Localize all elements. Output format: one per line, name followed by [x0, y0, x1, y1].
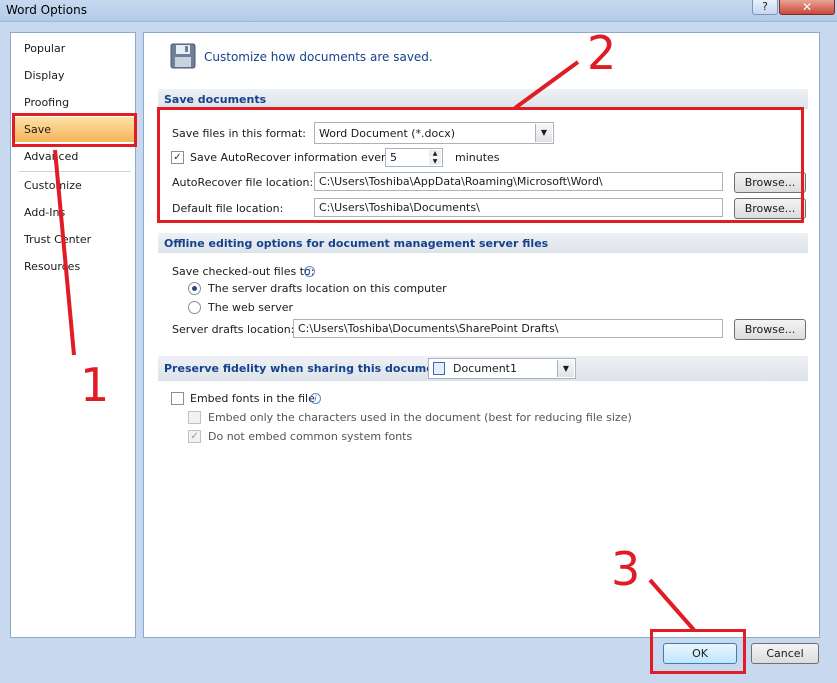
annotation-number-3: 3 — [611, 542, 641, 596]
document-dropdown[interactable]: Document1 ▼ — [428, 358, 576, 379]
word-document-icon — [433, 362, 445, 375]
radio-web-server-label: The web server — [208, 301, 294, 314]
server-drafts-label: Server drafts location: — [172, 323, 295, 336]
radio-server-drafts[interactable] — [188, 282, 201, 295]
floppy-disk-icon — [170, 43, 196, 69]
annotation-number-1: 1 — [80, 358, 110, 412]
sidebar-item-advanced[interactable]: Advanced — [24, 150, 78, 163]
help-button[interactable]: ? — [752, 0, 778, 15]
checked-out-label: Save checked-out files to: — [172, 265, 315, 278]
embed-chars-checkbox[interactable] — [188, 411, 201, 424]
radio-server-drafts-label: The server drafts location on this compu… — [208, 282, 447, 295]
annotation-number-2: 2 — [587, 26, 617, 80]
annotation-box-settings — [157, 107, 804, 223]
no-common-fonts-checkbox[interactable]: ✓ — [188, 430, 201, 443]
sidebar-item-popular[interactable]: Popular — [24, 42, 65, 55]
sidebar-item-resources[interactable]: Resources — [24, 260, 80, 273]
cancel-button[interactable]: Cancel — [751, 643, 819, 664]
sidebar-item-add-ins[interactable]: Add-Ins — [24, 206, 65, 219]
server-drafts-input[interactable]: C:\Users\Toshiba\Documents\SharePoint Dr… — [293, 319, 723, 338]
no-common-fonts-label: Do not embed common system fonts — [208, 430, 413, 443]
sidebar-item-proofing[interactable]: Proofing — [24, 96, 69, 109]
sidebar-item-display[interactable]: Display — [24, 69, 65, 82]
server-drafts-browse-button[interactable]: Browse... — [734, 319, 806, 340]
page-header: Customize how documents are saved. — [204, 50, 433, 64]
section-save-documents: Save documents — [158, 89, 808, 109]
embed-chars-label: Embed only the characters used in the do… — [208, 411, 632, 424]
embed-fonts-checkbox[interactable] — [171, 392, 184, 405]
chevron-down-icon[interactable]: ▼ — [557, 360, 574, 377]
section-offline-editing: Offline editing options for document man… — [158, 233, 808, 253]
radio-web-server[interactable] — [188, 301, 201, 314]
document-value: Document1 — [453, 362, 517, 375]
close-button[interactable]: ✕ — [779, 0, 835, 15]
window-title: Word Options — [6, 3, 87, 17]
info-icon: i — [304, 266, 315, 277]
sidebar-divider — [19, 171, 131, 172]
annotation-box-save — [12, 113, 137, 147]
embed-fonts-label: Embed fonts in the file — [190, 392, 315, 405]
annotation-box-ok — [650, 629, 746, 674]
sidebar-item-trust-center[interactable]: Trust Center — [24, 233, 91, 246]
title-bar: Word Options ? ✕ — [0, 0, 837, 22]
info-icon: i — [310, 393, 321, 404]
sidebar-item-customize[interactable]: Customize — [24, 179, 82, 192]
